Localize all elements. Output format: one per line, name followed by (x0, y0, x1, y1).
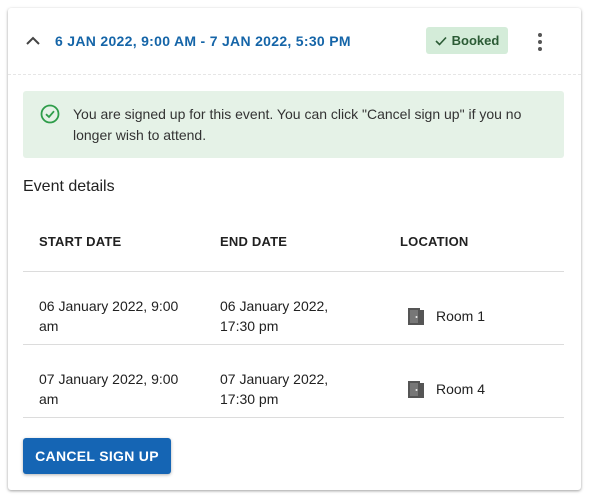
column-header-start-date: START DATE (39, 234, 122, 249)
location-label: Room 1 (436, 308, 486, 324)
event-card-header[interactable]: 6 JAN 2022, 9:00 AM - 7 JAN 2022, 5:30 P… (8, 8, 581, 75)
more-vertical-icon[interactable] (528, 30, 552, 54)
door-icon (408, 308, 424, 325)
location-label: Room 4 (436, 381, 486, 397)
row-end-date: 07 January 2022, 17:30 pm (220, 371, 329, 407)
event-card: 6 JAN 2022, 9:00 AM - 7 JAN 2022, 5:30 P… (8, 8, 581, 490)
row-start-date: 06 January 2022, 9:00 am (39, 298, 179, 334)
row-end-date: 06 January 2022, 17:30 pm (220, 298, 329, 334)
door-icon (408, 381, 424, 398)
cancel-sign-up-button[interactable]: CANCEL SIGN UP (23, 438, 171, 474)
event-date-range: 6 JAN 2022, 9:00 AM - 7 JAN 2022, 5:30 P… (55, 33, 351, 49)
alert-message: You are signed up for this event. You ca… (73, 106, 522, 143)
chevron-up-icon[interactable] (24, 32, 42, 50)
column-header-location: LOCATION (400, 234, 469, 249)
row-location: Room 4 (407, 379, 485, 399)
divider (23, 344, 564, 345)
status-badge: Booked (426, 27, 508, 54)
row-location: Room 1 (407, 306, 485, 326)
column-header-end-date: END DATE (220, 234, 288, 249)
event-details-title: Event details (23, 178, 115, 195)
check-circle-icon (40, 104, 60, 124)
row-start-date: 07 January 2022, 9:00 am (39, 371, 179, 407)
signup-confirmation-alert: You are signed up for this event. You ca… (23, 91, 564, 158)
check-icon (435, 36, 447, 46)
status-badge-label: Booked (451, 33, 500, 48)
divider (23, 417, 564, 418)
divider (23, 271, 564, 272)
